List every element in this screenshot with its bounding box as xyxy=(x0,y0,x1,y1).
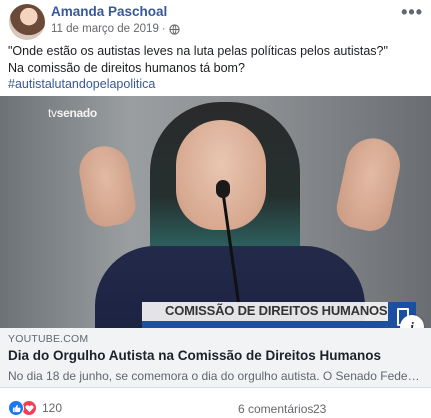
lower-third-text: COMISSÃO DE DIREITOS HUMANOS xyxy=(165,303,388,318)
comments-count[interactable]: 6 comentários xyxy=(238,402,313,416)
watermark-prefix: tv xyxy=(48,106,57,120)
speaker-face xyxy=(176,120,266,230)
avatar[interactable] xyxy=(9,4,45,40)
globe-icon[interactable] xyxy=(168,23,180,35)
link-domain: YOUTUBE.COM xyxy=(8,333,89,345)
facebook-post: Amanda Paschoal 11 de março de 2019 · ••… xyxy=(0,0,431,418)
link-title[interactable]: Dia do Orgulho Autista na Comissão de Di… xyxy=(8,348,381,363)
reactions-summary[interactable]: 120 xyxy=(8,400,62,416)
tv-senado-watermark: tvsenado xyxy=(48,106,97,120)
lower-third-subbar xyxy=(142,321,388,328)
post-text-line-2: Na comissão de direitos humanos tá bom? xyxy=(8,60,245,75)
post-text-line-1: "Onde estão os autistas leves na luta pe… xyxy=(8,44,388,58)
post-meta: 11 de março de 2019 · xyxy=(51,23,180,35)
watermark-brand: senado xyxy=(56,106,98,120)
shares-count[interactable]: 23 compartilhamentos xyxy=(313,402,431,418)
video-thumbnail[interactable]: tvsenado COMISSÃO DE DIREITOS HUMANOS xyxy=(0,96,431,328)
meta-separator: · xyxy=(161,23,166,35)
post-author[interactable]: Amanda Paschoal xyxy=(51,4,167,19)
reaction-count: 120 xyxy=(42,401,63,415)
post-date[interactable]: 11 de março de 2019 xyxy=(51,23,159,35)
link-description: No dia 18 de junho, se comemora o dia do… xyxy=(8,369,420,383)
like-icon xyxy=(8,400,24,416)
hashtag-link[interactable]: #autistalutandopelapolitica xyxy=(8,76,423,93)
microphone-icon xyxy=(216,180,230,198)
more-options-icon[interactable]: ••• xyxy=(401,2,423,23)
post-text: "Onde estão os autistas leves na luta pe… xyxy=(8,43,423,93)
